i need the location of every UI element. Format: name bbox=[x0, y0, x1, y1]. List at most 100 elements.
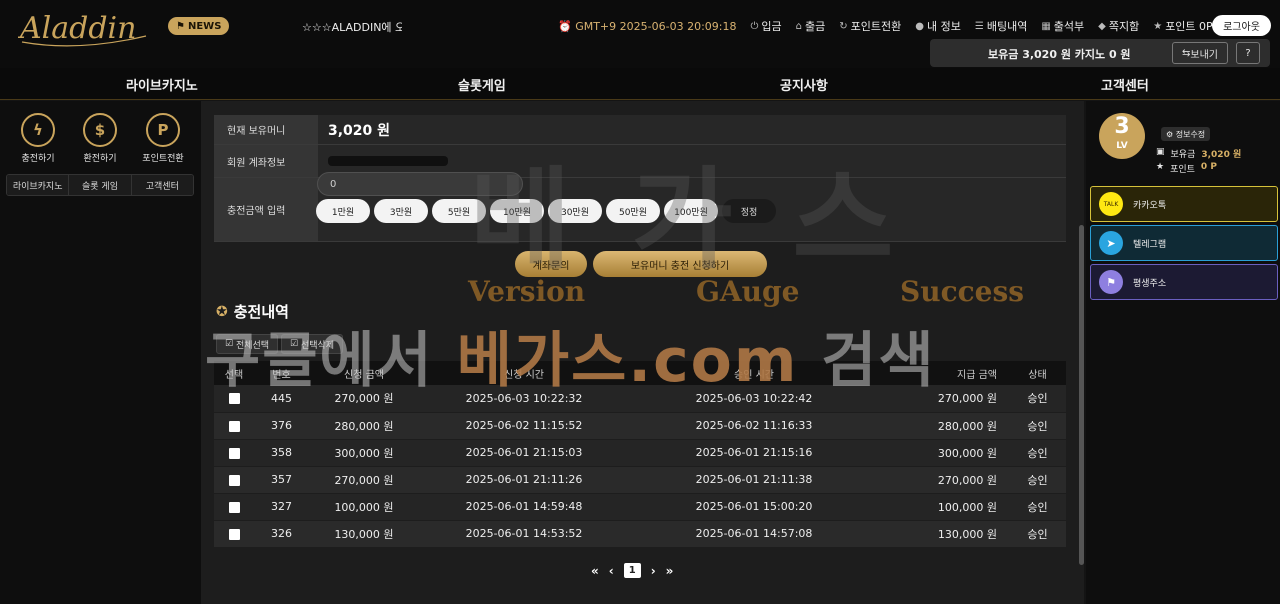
telegram-link[interactable]: ➤ 텔레그램 bbox=[1090, 225, 1278, 261]
menu-point-convert[interactable]: ↻ 포인트전환 bbox=[839, 18, 901, 34]
account-label: 회원 계좌정보 bbox=[214, 145, 318, 177]
amount-reset-button[interactable]: 정정 bbox=[722, 199, 776, 223]
menu-withdraw[interactable]: ⌂ 출금 bbox=[796, 18, 826, 34]
cell-status: 승인 bbox=[1009, 385, 1066, 413]
amount-500k-button[interactable]: 50만원 bbox=[606, 199, 660, 223]
amount-100k-button[interactable]: 10만원 bbox=[490, 199, 544, 223]
table-row: 376 280,000 원 2025-06-02 11:15:52 2025-06-0… bbox=[214, 412, 1066, 440]
profile-balance: ▣ 보유금 3,020 원 bbox=[1156, 147, 1242, 160]
cell-select bbox=[214, 439, 254, 467]
next-page-button[interactable]: › bbox=[651, 564, 656, 578]
user-info-icon: ● bbox=[915, 20, 924, 32]
current-page[interactable]: 1 bbox=[623, 563, 641, 578]
table-row: 445 270,000 원 2025-06-03 10:22:32 2025-06-0… bbox=[214, 385, 1066, 413]
tab-slot-game[interactable]: 슬롯 게임 bbox=[69, 175, 132, 195]
cell-amount: 100,000 원 bbox=[309, 493, 419, 521]
menu-deposit[interactable]: ⏻ 입금 bbox=[750, 18, 781, 34]
cell-paid: 280,000 원 bbox=[879, 412, 1009, 440]
attendance-icon: ▦ bbox=[1041, 20, 1051, 32]
row-checkbox[interactable] bbox=[228, 447, 240, 459]
svg-text:Aladdin: Aladdin bbox=[18, 11, 136, 46]
tab-customer-center[interactable]: 고객센터 bbox=[131, 175, 193, 195]
row-checkbox[interactable] bbox=[228, 420, 240, 432]
nav-notice[interactable]: 공지사항 bbox=[780, 75, 828, 94]
menu-messages[interactable]: ◆ 쪽지함 bbox=[1098, 18, 1139, 34]
amount-buttons: 1만원 3만원 5만원 10만원 30만원 50만원 100만원 정정 bbox=[316, 199, 776, 223]
last-page-button[interactable]: » bbox=[666, 564, 674, 578]
cell-select bbox=[214, 412, 254, 440]
delete-selected-button[interactable]: ☑ 선택삭제 bbox=[281, 334, 344, 354]
balance-label: 현재 보유머니 bbox=[214, 115, 318, 144]
coupon-icon: ◆ bbox=[1098, 20, 1106, 32]
site-logo[interactable]: Aladdin bbox=[17, 8, 150, 48]
deposit-panel: 현재 보유머니 3,020 원 회원 계좌정보 충전금액 입력 1만원 3만원 … bbox=[201, 101, 1084, 604]
cell-approved: 2025-06-01 21:15:16 bbox=[629, 439, 879, 467]
amount-300k-button[interactable]: 30만원 bbox=[548, 199, 602, 223]
amount-10k-button[interactable]: 1만원 bbox=[316, 199, 370, 223]
cell-no: 358 bbox=[254, 439, 309, 467]
menu-points[interactable]: ★ 포인트 0P bbox=[1153, 18, 1212, 34]
cell-requested: 2025-06-01 14:59:48 bbox=[419, 493, 629, 521]
table-header: 선택 번호 신청 금액 신청 시간 승인 시간 지급 금액 상태 bbox=[214, 361, 1066, 385]
nav-slot-game[interactable]: 슬롯게임 bbox=[458, 75, 506, 94]
cell-status: 승인 bbox=[1009, 493, 1066, 521]
account-inquiry-button[interactable]: 계좌문의 bbox=[515, 251, 587, 277]
transfer-icon: ⇆ bbox=[1182, 47, 1191, 59]
table-row: 358 300,000 원 2025-06-01 21:15:03 2025-06-0… bbox=[214, 439, 1066, 467]
prev-page-button[interactable]: ‹ bbox=[609, 564, 614, 578]
content-scrollbar[interactable] bbox=[1079, 225, 1084, 565]
amount-input[interactable] bbox=[317, 172, 523, 196]
cell-amount: 280,000 원 bbox=[309, 412, 419, 440]
account-info-redacted bbox=[328, 156, 448, 166]
permanent-address-link[interactable]: ⚑ 평생주소 bbox=[1090, 264, 1278, 300]
edit-profile-button[interactable]: ⚙ 정보수정 bbox=[1161, 127, 1211, 141]
quick-withdraw[interactable]: $ 환전하기 bbox=[75, 113, 125, 164]
first-page-button[interactable]: « bbox=[591, 564, 599, 578]
row-checkbox[interactable] bbox=[228, 474, 240, 486]
menu-bet-history[interactable]: ☰ 배팅내역 bbox=[975, 18, 1027, 34]
cell-amount: 270,000 원 bbox=[309, 385, 419, 413]
balance-value: 3,020 원 bbox=[328, 122, 391, 139]
cell-amount: 130,000 원 bbox=[309, 520, 419, 548]
news-badge[interactable]: ⚑ NEWS bbox=[168, 17, 230, 35]
menu-user-info[interactable]: ● 내 정보 bbox=[915, 18, 961, 34]
table-row: 357 270,000 원 2025-06-01 21:11:26 2025-06-0… bbox=[214, 466, 1066, 494]
quick-point-convert[interactable]: P 포인트전환 bbox=[138, 113, 188, 164]
tab-live-casino[interactable]: 라이브카지노 bbox=[7, 175, 70, 195]
row-checkbox[interactable] bbox=[228, 528, 240, 540]
nav-customer-center[interactable]: 고객센터 bbox=[1101, 75, 1149, 94]
row-checkbox[interactable] bbox=[228, 501, 240, 513]
cell-status: 승인 bbox=[1009, 520, 1066, 548]
wallet-bar: 보유금 3,020 원 카지노 0 원 ⇆ 보내기 ? bbox=[930, 39, 1270, 67]
send-button[interactable]: ⇆ 보내기 bbox=[1172, 42, 1228, 64]
cell-status: 승인 bbox=[1009, 439, 1066, 467]
help-button[interactable]: ? bbox=[1236, 42, 1260, 64]
deposit-history-table: 선택 번호 신청 금액 신청 시간 승인 시간 지급 금액 상태 445 270,… bbox=[214, 361, 1066, 548]
deposit-icon: ⏻ bbox=[750, 20, 759, 32]
balance-row: 현재 보유머니 3,020 원 bbox=[214, 115, 1066, 145]
nav-live-casino[interactable]: 라이브카지노 bbox=[126, 75, 198, 94]
cell-requested: 2025-06-03 10:22:32 bbox=[419, 385, 629, 413]
quick-deposit[interactable]: ϟ 충전하기 bbox=[13, 113, 63, 164]
amount-30k-button[interactable]: 3만원 bbox=[374, 199, 428, 223]
menu-attendance[interactable]: ▦ 출석부 bbox=[1041, 18, 1084, 34]
col-requested: 신청 시간 bbox=[419, 361, 629, 385]
cell-select bbox=[214, 385, 254, 413]
kakao-link[interactable]: TALK 카카오톡 bbox=[1090, 186, 1278, 222]
apply-deposit-button[interactable]: 보유머니 충전 신청하기 bbox=[593, 251, 767, 277]
logout-button[interactable]: 로그아웃 bbox=[1212, 15, 1271, 36]
point-icon: ★ bbox=[1153, 20, 1163, 32]
cell-no: 376 bbox=[254, 412, 309, 440]
sidebar-tabs: 라이브카지노 슬롯 게임 고객센터 bbox=[6, 174, 194, 196]
cell-requested: 2025-06-01 21:15:03 bbox=[419, 439, 629, 467]
cell-select bbox=[214, 466, 254, 494]
cell-select bbox=[214, 520, 254, 548]
row-checkbox[interactable] bbox=[228, 393, 240, 405]
amount-1m-button[interactable]: 100만원 bbox=[664, 199, 718, 223]
amount-50k-button[interactable]: 5만원 bbox=[432, 199, 486, 223]
cell-paid: 270,000 원 bbox=[879, 385, 1009, 413]
select-all-button[interactable]: ☑ 전체선택 bbox=[216, 334, 279, 354]
point-convert-icon: ↻ bbox=[839, 20, 848, 32]
point-icon: P bbox=[146, 113, 180, 147]
cell-requested: 2025-06-01 14:53:52 bbox=[419, 520, 629, 548]
